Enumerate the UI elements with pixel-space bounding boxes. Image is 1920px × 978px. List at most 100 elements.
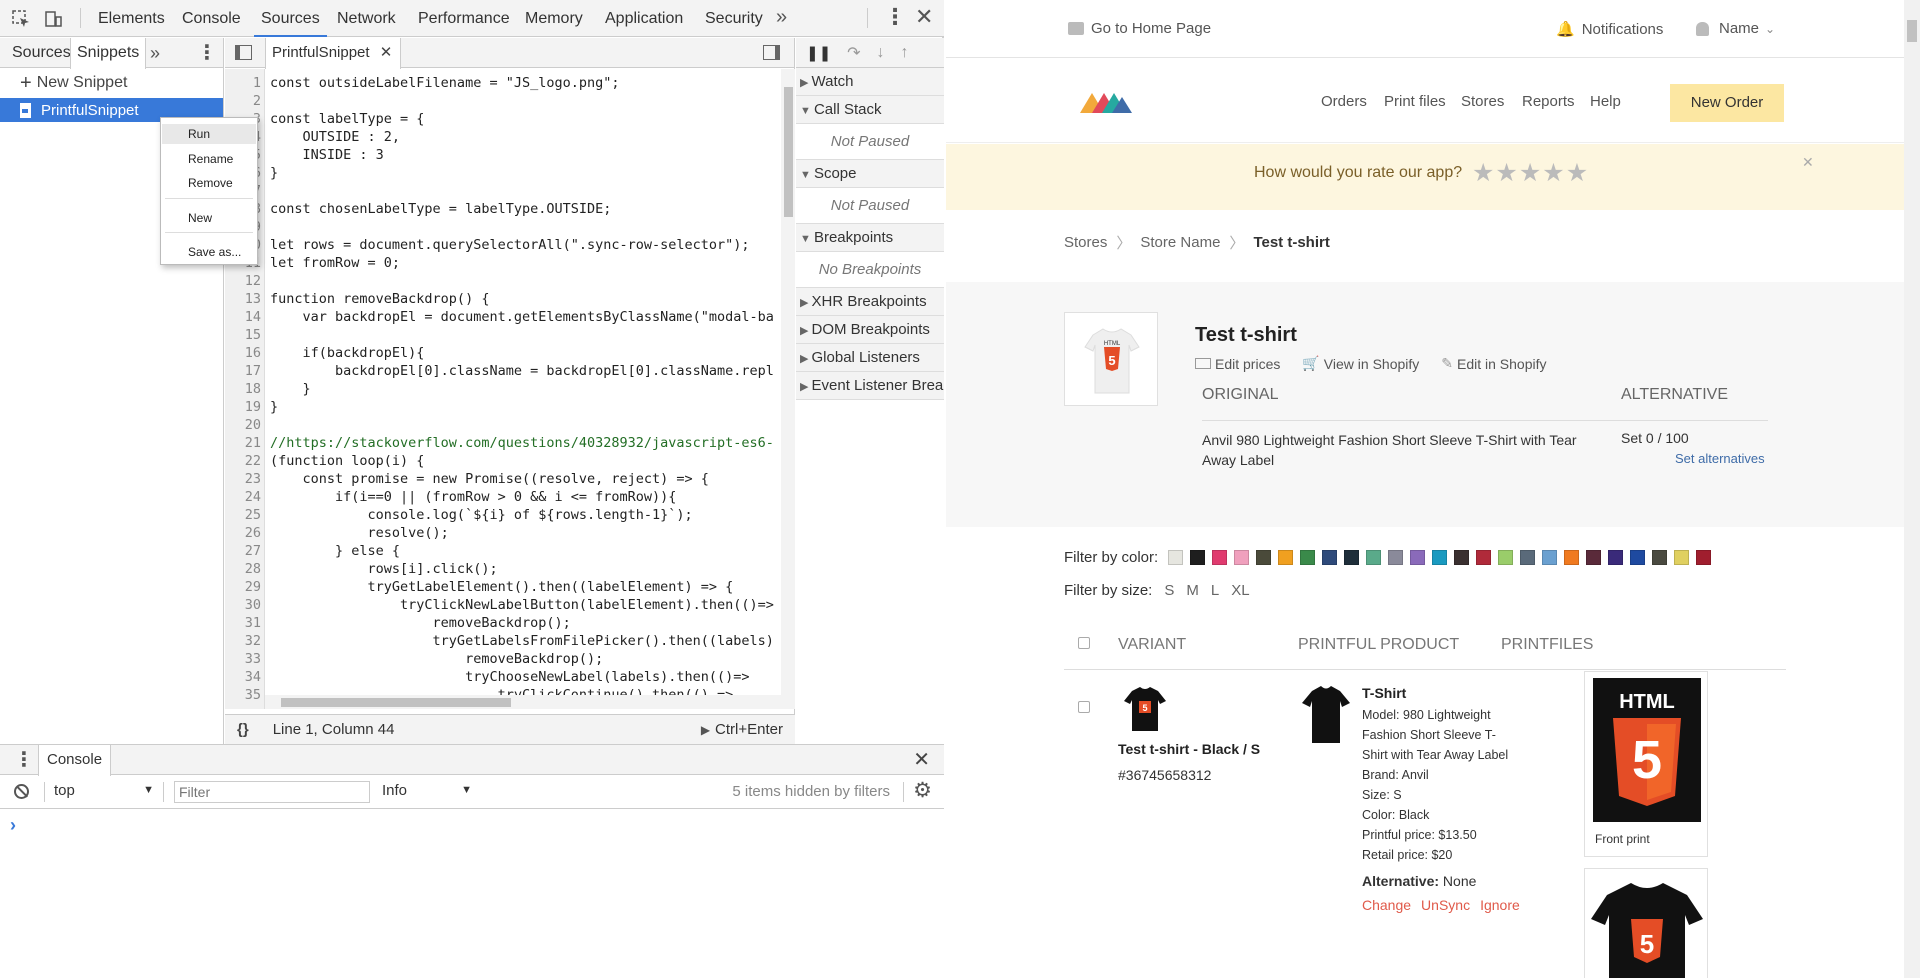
- scrollbar-thumb[interactable]: [1907, 20, 1917, 42]
- tab-nav-sources[interactable]: Sources: [12, 38, 71, 68]
- select-all-checkbox[interactable]: [1078, 637, 1090, 649]
- device-toolbar-icon[interactable]: [42, 8, 64, 30]
- notifications-link[interactable]: 🔔 Notifications: [1556, 20, 1663, 39]
- line-number[interactable]: 2: [225, 93, 261, 109]
- step-into-icon[interactable]: ↓: [877, 44, 885, 62]
- user-menu[interactable]: Name ⌄: [1696, 20, 1775, 37]
- color-swatch[interactable]: [1190, 550, 1206, 565]
- color-swatch[interactable]: [1388, 550, 1404, 565]
- set-alternatives-link[interactable]: Set alternatives: [1675, 451, 1765, 466]
- line-number[interactable]: 17: [225, 363, 261, 379]
- breakpoints-section[interactable]: ▼ Breakpoints: [796, 224, 944, 252]
- color-swatch[interactable]: [1586, 550, 1602, 565]
- toggle-navigator-icon[interactable]: [235, 45, 252, 60]
- call-stack-section[interactable]: ▼ Call Stack: [796, 96, 944, 124]
- line-number[interactable]: 25: [225, 507, 261, 523]
- step-out-icon[interactable]: ↑: [901, 44, 909, 62]
- line-number[interactable]: 15: [225, 327, 261, 343]
- line-number[interactable]: 31: [225, 615, 261, 631]
- color-swatch[interactable]: [1300, 550, 1316, 565]
- star-icon[interactable]: ★: [1472, 159, 1495, 187]
- new-snippet-button[interactable]: + New Snippet: [0, 68, 223, 98]
- tab-console[interactable]: Console: [182, 0, 241, 37]
- color-swatch[interactable]: [1212, 550, 1228, 565]
- line-number[interactable]: 29: [225, 579, 261, 595]
- color-swatch[interactable]: [1652, 550, 1668, 565]
- color-swatch[interactable]: [1278, 550, 1294, 565]
- color-swatch[interactable]: [1454, 550, 1470, 565]
- horizontal-scrollbar[interactable]: [265, 695, 781, 709]
- editor-file-tab[interactable]: PrintfulSnippet ✕: [265, 38, 402, 69]
- xhr-breakpoints-section[interactable]: ▶ XHR Breakpoints: [796, 288, 944, 316]
- breadcrumb-store-name[interactable]: Store Name: [1140, 234, 1220, 251]
- vertical-scrollbar[interactable]: [781, 69, 795, 709]
- gear-icon[interactable]: ⚙: [913, 778, 932, 803]
- edit-in-shopify-link[interactable]: ✎ Edit in Shopify: [1441, 355, 1546, 372]
- kebab-menu-icon[interactable]: ⋮: [197, 38, 217, 68]
- size-m[interactable]: M: [1186, 582, 1199, 599]
- line-number[interactable]: 33: [225, 651, 261, 667]
- dom-breakpoints-section[interactable]: ▶ DOM Breakpoints: [796, 316, 944, 344]
- color-swatch[interactable]: [1696, 550, 1712, 565]
- color-swatch[interactable]: [1168, 550, 1184, 565]
- line-number[interactable]: 13: [225, 291, 261, 307]
- tab-drawer-console[interactable]: Console: [38, 745, 112, 776]
- star-icon[interactable]: ★: [1495, 159, 1518, 187]
- menu-item-save-as[interactable]: Save as...: [188, 245, 241, 259]
- line-number[interactable]: 16: [225, 345, 261, 361]
- tab-elements[interactable]: Elements: [98, 0, 165, 37]
- watch-section[interactable]: ▶ Watch: [796, 68, 944, 96]
- inspect-element-icon[interactable]: [10, 8, 32, 30]
- pretty-print-icon[interactable]: {}: [237, 721, 249, 738]
- size-l[interactable]: L: [1211, 582, 1219, 599]
- line-number[interactable]: 23: [225, 471, 261, 487]
- color-swatch[interactable]: [1256, 550, 1272, 565]
- close-icon[interactable]: ✕: [913, 745, 930, 775]
- console-filter-input[interactable]: [174, 781, 370, 803]
- line-number[interactable]: 14: [225, 309, 261, 325]
- star-icon[interactable]: ★: [1566, 159, 1589, 187]
- size-xl[interactable]: XL: [1231, 582, 1249, 599]
- size-s[interactable]: S: [1164, 582, 1174, 599]
- line-number[interactable]: 24: [225, 489, 261, 505]
- line-number[interactable]: 18: [225, 381, 261, 397]
- color-swatch[interactable]: [1564, 550, 1580, 565]
- line-number[interactable]: 19: [225, 399, 261, 415]
- printfile-card[interactable]: 5: [1584, 868, 1708, 978]
- color-swatch[interactable]: [1630, 550, 1646, 565]
- menu-item-run[interactable]: Run: [162, 124, 256, 144]
- scrollbar-thumb[interactable]: [281, 698, 511, 707]
- star-icon[interactable]: ★: [1542, 159, 1565, 187]
- line-number[interactable]: 35: [225, 687, 261, 703]
- edit-prices-link[interactable]: Edit prices: [1195, 356, 1280, 372]
- line-number[interactable]: 22: [225, 453, 261, 469]
- unsync-link[interactable]: UnSync: [1421, 897, 1470, 913]
- breadcrumb-stores[interactable]: Stores: [1064, 234, 1107, 251]
- global-listeners-section[interactable]: ▶ Global Listeners: [796, 344, 944, 372]
- toggle-debugger-icon[interactable]: [763, 45, 780, 60]
- kebab-menu-icon[interactable]: ⋮: [14, 745, 34, 775]
- new-order-button[interactable]: New Order: [1670, 84, 1784, 122]
- nav-orders[interactable]: Orders: [1321, 93, 1367, 110]
- line-number[interactable]: 34: [225, 669, 261, 685]
- line-number[interactable]: 27: [225, 543, 261, 559]
- code-area[interactable]: 1234567891011121314151617181920212223242…: [225, 69, 795, 709]
- console-prompt[interactable]: ›: [0, 809, 944, 842]
- star-rating[interactable]: ★★★★★: [1472, 158, 1589, 188]
- line-number[interactable]: 12: [225, 273, 261, 289]
- view-in-shopify-link[interactable]: 🛒 View in Shopify: [1302, 355, 1419, 372]
- log-level-select[interactable]: Info ▼: [382, 782, 472, 802]
- scrollbar-thumb[interactable]: [784, 87, 793, 217]
- line-number[interactable]: 30: [225, 597, 261, 613]
- kebab-menu-icon[interactable]: ⋮: [884, 4, 906, 30]
- tab-memory[interactable]: Memory: [525, 0, 583, 37]
- home-link[interactable]: Go to Home Page: [1068, 20, 1211, 37]
- color-swatch[interactable]: [1498, 550, 1514, 565]
- more-tabs-icon[interactable]: »: [150, 38, 160, 68]
- menu-item-remove[interactable]: Remove: [188, 176, 233, 190]
- menu-item-rename[interactable]: Rename: [188, 152, 233, 166]
- color-swatch[interactable]: [1234, 550, 1250, 565]
- nav-help[interactable]: Help: [1590, 93, 1621, 110]
- color-swatch[interactable]: [1476, 550, 1492, 565]
- color-swatch[interactable]: [1674, 550, 1690, 565]
